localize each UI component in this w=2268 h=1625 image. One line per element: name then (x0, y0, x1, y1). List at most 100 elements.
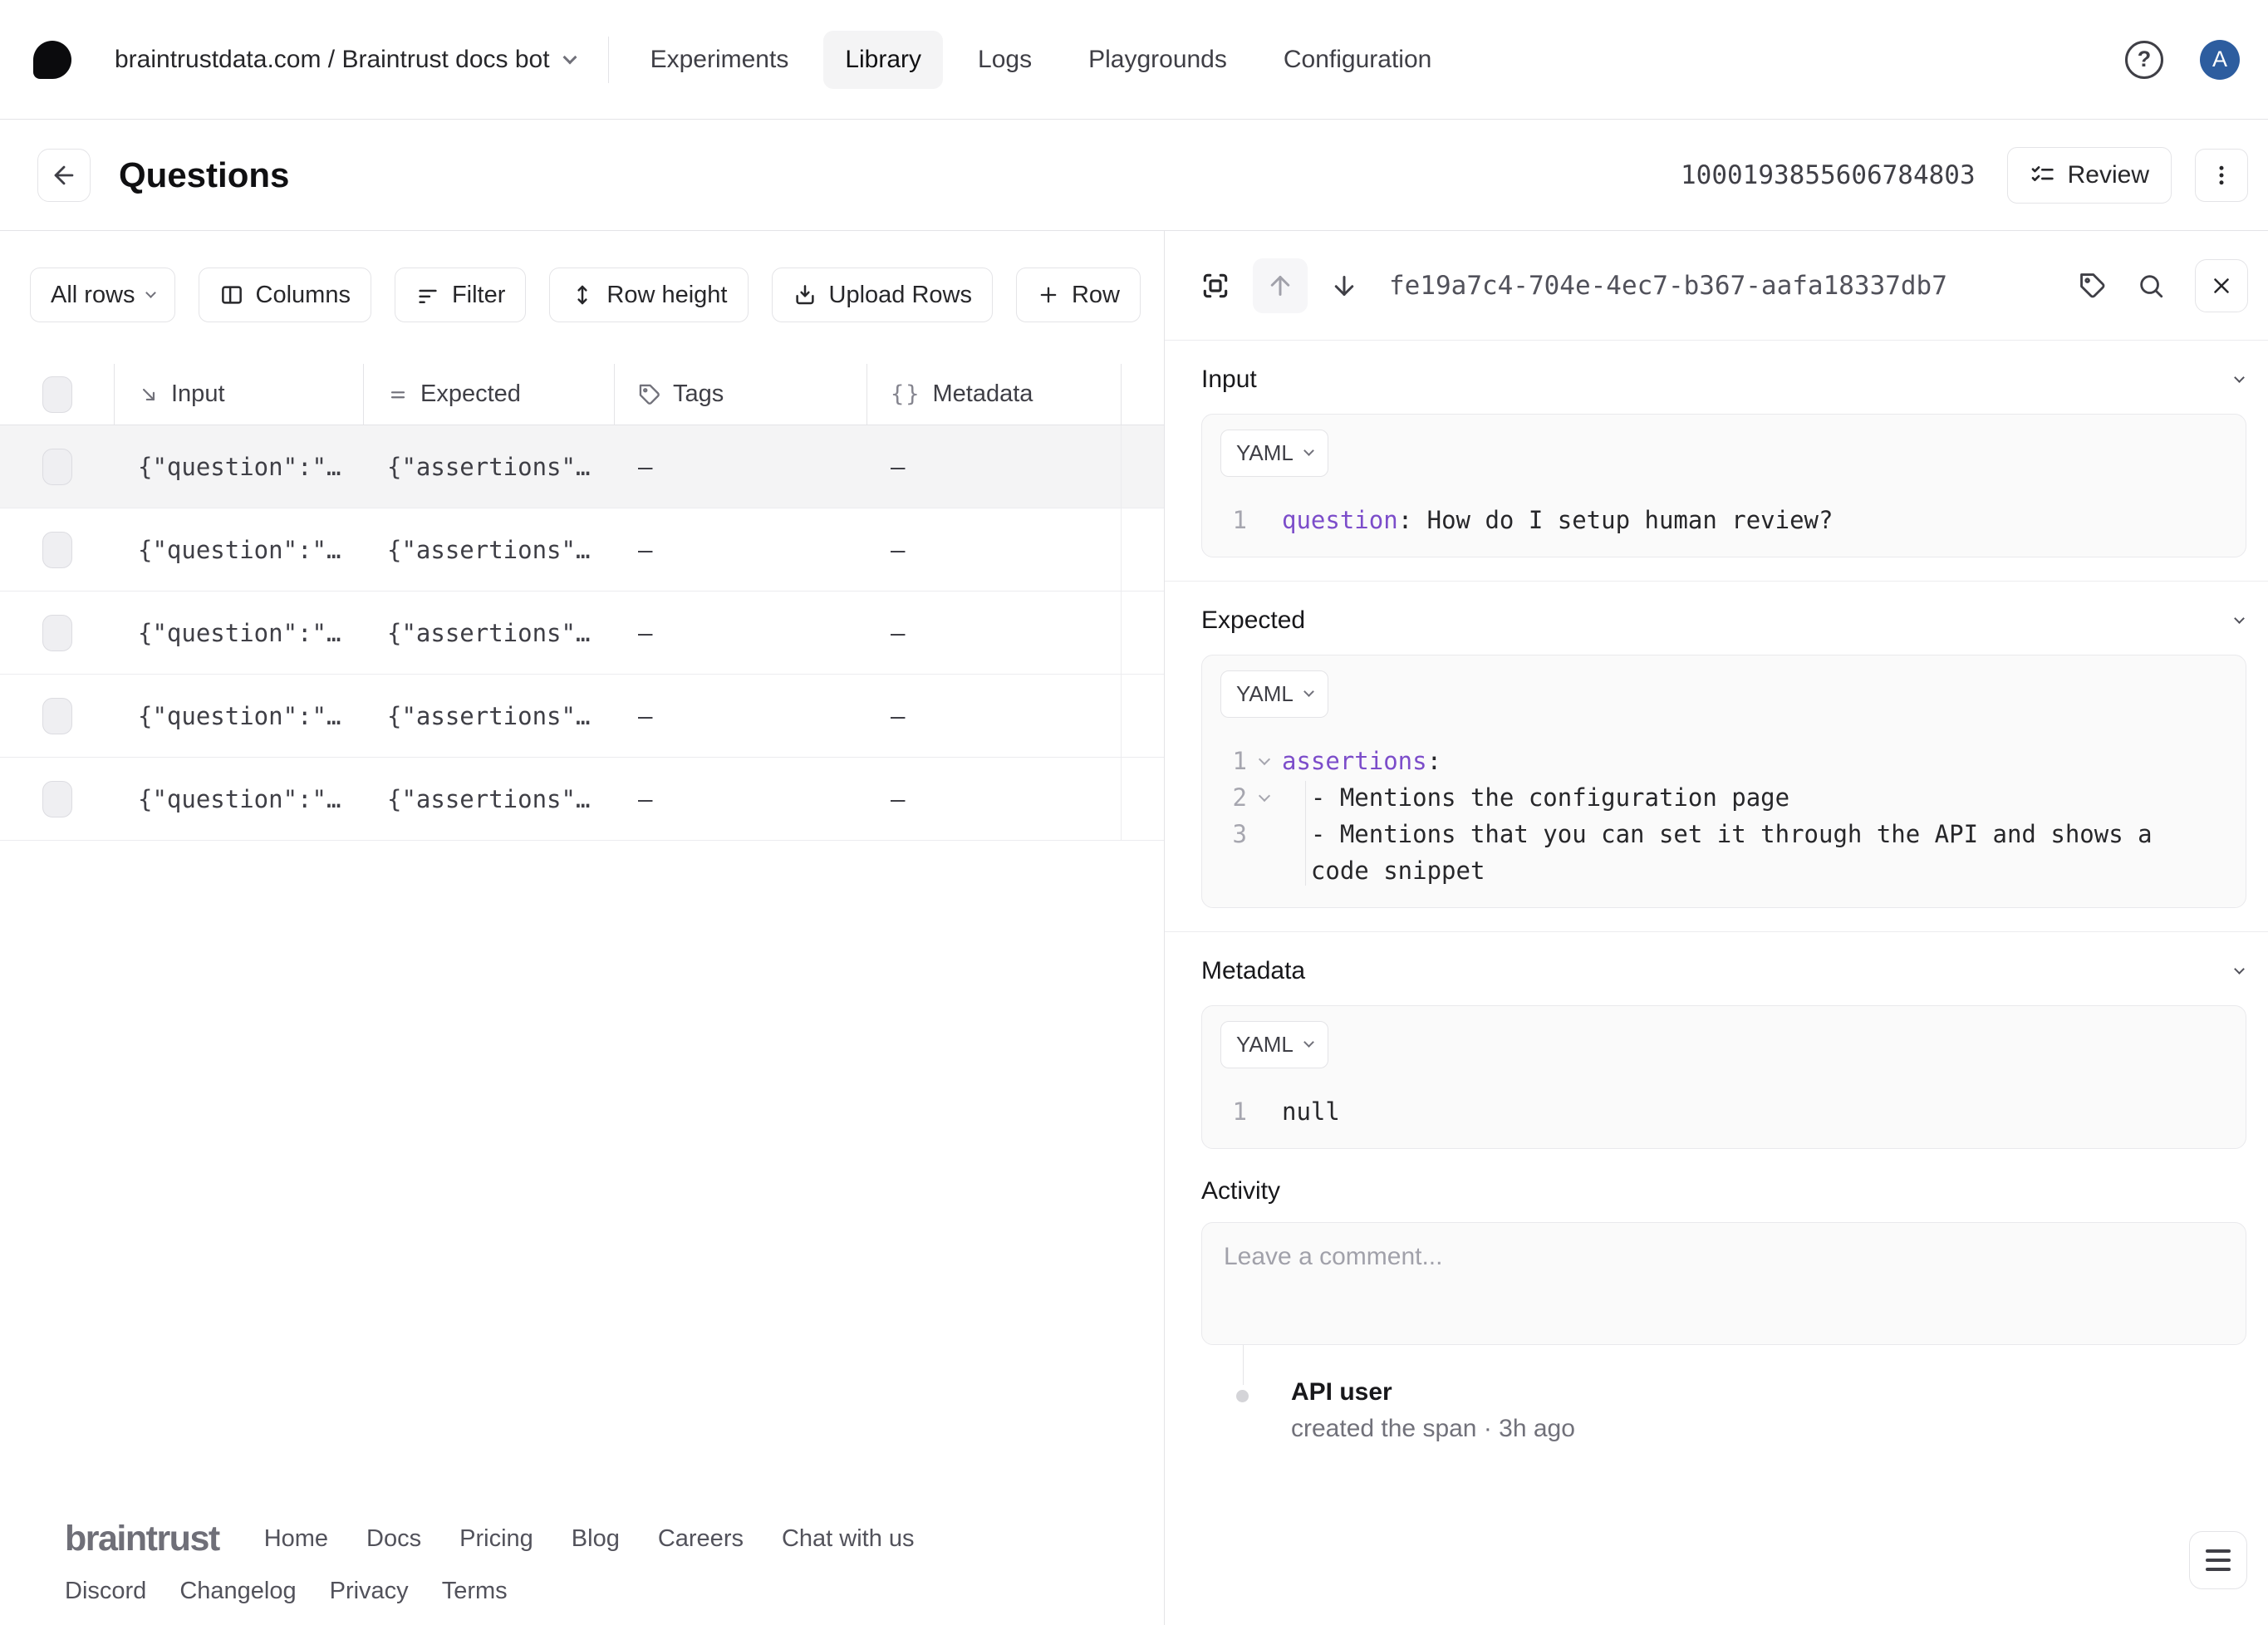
tab-logs[interactable]: Logs (978, 46, 1032, 74)
row-checkbox[interactable] (42, 697, 72, 734)
columns-label: Columns (255, 281, 351, 308)
cell-metadata[interactable]: – (867, 758, 1122, 840)
cell-expected[interactable]: {"assertions"… (364, 675, 615, 757)
footer-link-docs[interactable]: Docs (366, 1525, 421, 1553)
section-header-metadata[interactable]: Metadata (1201, 932, 2248, 1005)
cell-expected[interactable]: {"assertions"… (364, 425, 615, 508)
cell-metadata[interactable]: – (867, 425, 1122, 508)
format-dropdown[interactable]: YAML (1220, 1021, 1328, 1068)
review-button[interactable]: Review (2006, 146, 2172, 204)
cell-input[interactable]: {"question":"… (115, 758, 364, 840)
fold-chevron-icon[interactable] (1258, 789, 1271, 802)
timeline-dot-icon (1236, 1390, 1249, 1402)
row-height-button[interactable]: Row height (549, 268, 749, 322)
braintrust-logo-icon[interactable] (33, 40, 71, 79)
previous-row-button[interactable] (1253, 258, 1308, 313)
footer-link-home[interactable]: Home (264, 1525, 328, 1553)
columns-button[interactable]: Columns (198, 268, 371, 322)
input-code-block: YAML 1 question: How do I setup human rev… (1201, 414, 2246, 557)
column-header-expected[interactable]: Expected (364, 364, 615, 425)
table-row[interactable]: {"question":"… {"assertions"… – – (0, 758, 1164, 841)
search-icon[interactable] (2137, 272, 2165, 300)
tab-experiments[interactable]: Experiments (650, 46, 789, 74)
tab-configuration[interactable]: Configuration (1284, 46, 1431, 74)
table-row[interactable]: {"question":"… {"assertions"… – – (0, 675, 1164, 758)
cell-tags[interactable]: – (615, 592, 867, 674)
help-icon[interactable]: ? (2125, 40, 2163, 79)
format-dropdown[interactable]: YAML (1220, 430, 1328, 477)
filter-icon (415, 282, 440, 307)
tag-icon[interactable] (2079, 272, 2107, 300)
expand-icon[interactable] (1200, 270, 1231, 302)
code-editor: 1 null (1220, 1093, 2227, 1130)
more-options-button[interactable] (2195, 148, 2248, 202)
cell-filler (1122, 758, 1164, 840)
column-header-filler (1122, 364, 1164, 425)
row-height-label: Row height (606, 281, 728, 308)
cell-expected[interactable]: {"assertions"… (364, 592, 615, 674)
filter-button[interactable]: Filter (394, 268, 527, 322)
format-dropdown[interactable]: YAML (1220, 670, 1328, 718)
footer-link-pricing[interactable]: Pricing (459, 1525, 533, 1553)
avatar[interactable]: A (2200, 39, 2240, 80)
cell-metadata[interactable]: – (867, 508, 1122, 591)
cell-input[interactable]: {"question":"… (115, 508, 364, 591)
upload-icon (793, 282, 817, 307)
table-toolbar: All rows Columns Filter Row height Uploa… (0, 231, 1164, 322)
cell-expected[interactable]: {"assertions"… (364, 758, 615, 840)
chevron-down-icon (2234, 612, 2245, 624)
chevron-down-icon (562, 50, 577, 64)
tab-library[interactable]: Library (823, 30, 944, 89)
footer-link-careers[interactable]: Careers (658, 1525, 744, 1553)
add-row-button[interactable]: Row (1015, 268, 1141, 322)
cell-tags[interactable]: – (615, 758, 867, 840)
close-panel-button[interactable] (2195, 258, 2248, 312)
column-header-tags[interactable]: Tags (615, 364, 867, 425)
section-label: Input (1201, 366, 1257, 393)
cell-input[interactable]: {"question":"… (115, 592, 364, 674)
section-header-input[interactable]: Input (1201, 341, 2248, 414)
rows-filter-dropdown[interactable]: All rows (30, 268, 175, 322)
footer-link-terms[interactable]: Terms (442, 1578, 508, 1605)
cell-input[interactable]: {"question":"… (115, 675, 364, 757)
cell-tags[interactable]: – (615, 508, 867, 591)
cell-tags[interactable]: – (615, 675, 867, 757)
footer-link-blog[interactable]: Blog (572, 1525, 620, 1553)
back-button[interactable] (37, 148, 91, 202)
cell-metadata[interactable]: – (867, 675, 1122, 757)
cell-filler (1122, 508, 1164, 591)
row-checkbox[interactable] (42, 614, 72, 651)
cell-expected[interactable]: {"assertions"… (364, 508, 615, 591)
code-line: 1 question: How do I setup human review? (1232, 506, 1834, 534)
chevron-down-icon (1303, 686, 1314, 697)
table-row[interactable]: {"question":"… {"assertions"… – – (0, 425, 1164, 508)
row-checkbox[interactable] (42, 531, 72, 568)
select-all-checkbox[interactable] (42, 376, 72, 413)
tab-playgrounds[interactable]: Playgrounds (1088, 46, 1227, 74)
cell-input[interactable]: {"question":"… (115, 425, 364, 508)
table-row[interactable]: {"question":"… {"assertions"… – – (0, 592, 1164, 675)
activity-event-user: API user (1291, 1378, 1392, 1406)
column-header-metadata[interactable]: {} Metadata (867, 364, 1122, 425)
footer-link-changelog[interactable]: Changelog (179, 1578, 296, 1605)
footer-link-privacy[interactable]: Privacy (330, 1578, 409, 1605)
column-header-input[interactable]: Input (115, 364, 364, 425)
section-header-expected[interactable]: Expected (1201, 582, 2248, 655)
comment-input[interactable] (1201, 1222, 2246, 1345)
row-checkbox[interactable] (42, 448, 72, 485)
timeline-connector (1243, 1345, 1244, 1385)
next-row-button[interactable] (1329, 271, 1359, 301)
footer-link-discord[interactable]: Discord (65, 1578, 146, 1605)
footer-link-chat[interactable]: Chat with us (782, 1525, 915, 1553)
menu-fab-button[interactable] (2189, 1531, 2247, 1589)
fold-chevron-icon[interactable] (1258, 753, 1271, 765)
cell-metadata[interactable]: – (867, 592, 1122, 674)
breadcrumb[interactable]: braintrustdata.com / Braintrust docs bot (115, 46, 577, 74)
detail-panel-body: Input YAML 1 question: How do I setup hum… (1165, 341, 2268, 1443)
row-checkbox[interactable] (42, 780, 72, 817)
row-select-cell (0, 508, 115, 591)
upload-rows-button[interactable]: Upload Rows (771, 268, 993, 322)
cell-tags[interactable]: – (615, 425, 867, 508)
table-panel: All rows Columns Filter Row height Uploa… (0, 231, 1165, 1625)
table-row[interactable]: {"question":"… {"assertions"… – – (0, 508, 1164, 592)
